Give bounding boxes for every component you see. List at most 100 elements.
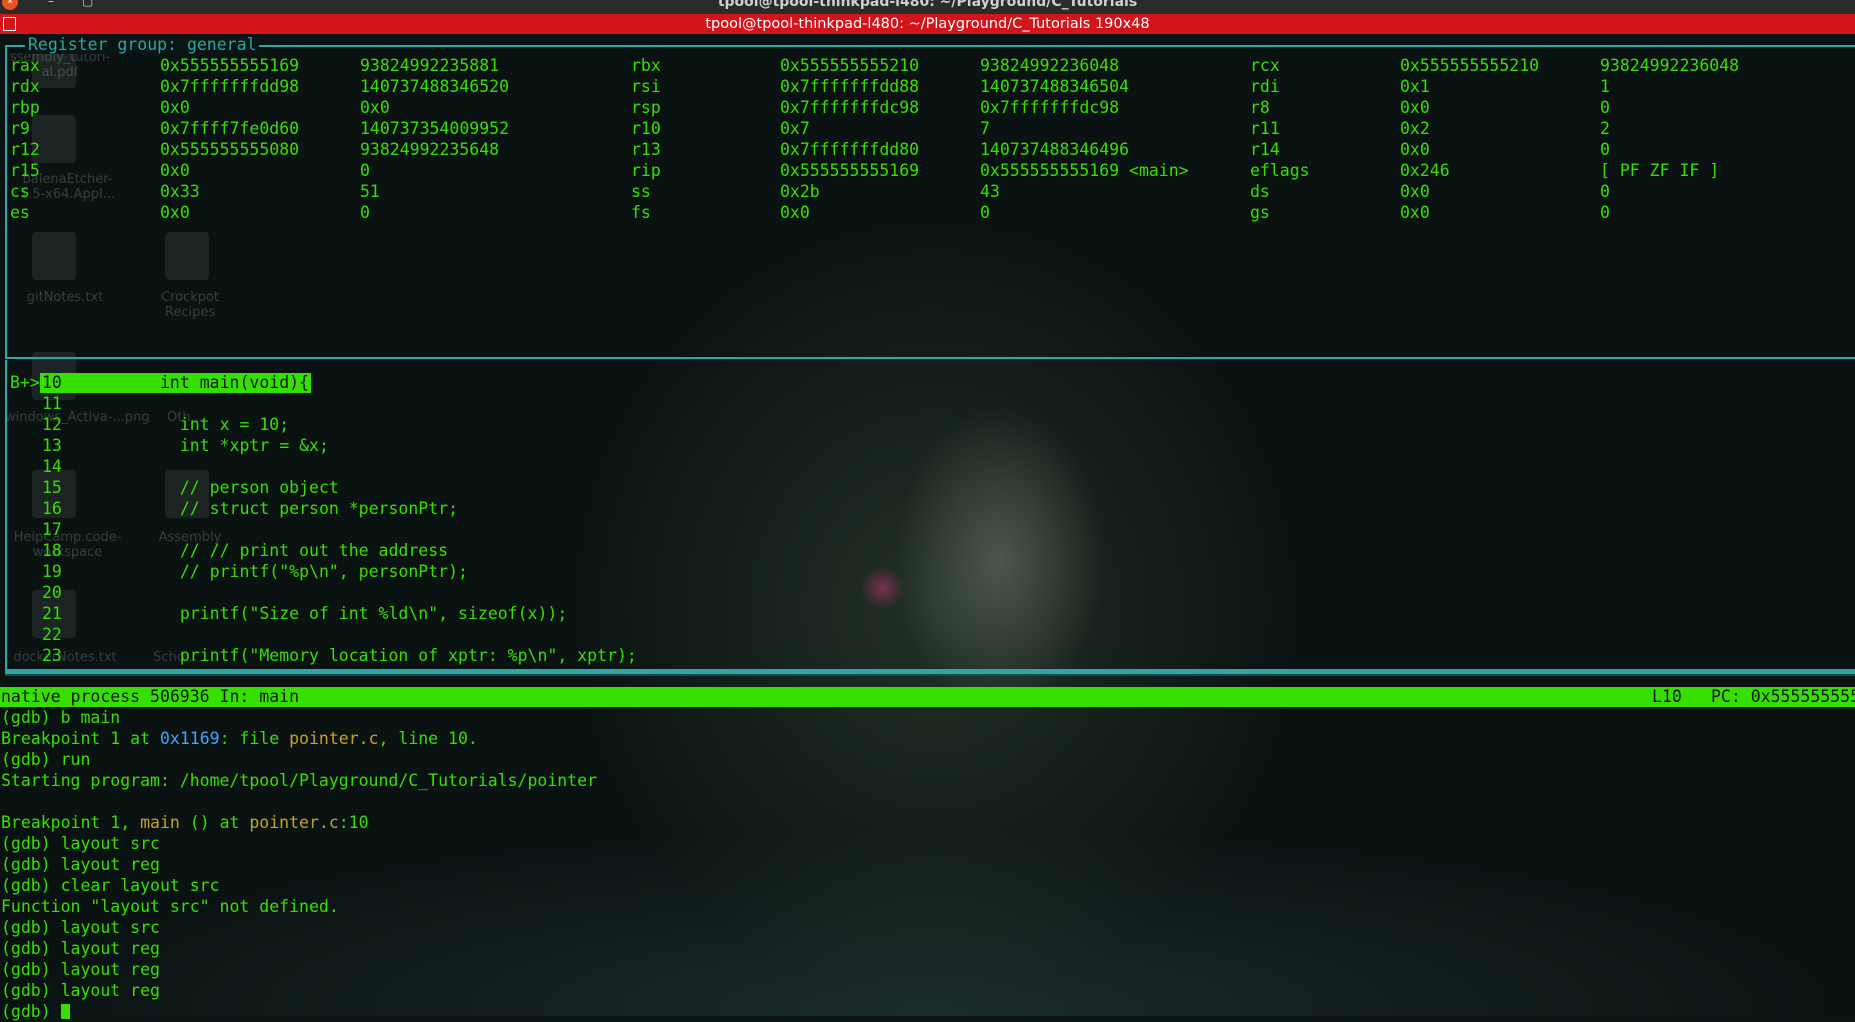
line-number: 19 (42, 562, 62, 581)
register-name: rax (10, 56, 40, 75)
register-row: rdx 0x7fffffffdd98 140737488346520 rsi 0x7ff… (0, 77, 1855, 98)
source-line: 16 // struct person *personPtr; (0, 499, 1855, 520)
register-hex-value: 0x555555555169 (780, 161, 920, 180)
console-line: (gdb) layout reg (1, 855, 160, 874)
line-number: 11 (42, 394, 62, 413)
register-hex-value: 0x0 (160, 98, 190, 117)
pane-divider (5, 674, 1855, 676)
register-natural-value: 0 (360, 203, 370, 222)
register-natural-value: 0x555555555169 <main> (980, 161, 1189, 180)
terminal-titlebar: tpool@tpool-thinkpad-l480: ~/Playground/… (0, 14, 1855, 34)
register-hex-value: 0x555555555080 (160, 140, 300, 159)
source-code: // person object (160, 478, 339, 497)
register-name: rdx (10, 77, 40, 96)
line-number: 13 (42, 436, 62, 455)
register-hex-value: 0x7fffffffdd88 (780, 77, 920, 96)
register-hex-value: 0x0 (1400, 182, 1430, 201)
register-name: rbp (10, 98, 40, 117)
register-name: rbx (631, 56, 661, 75)
window-title-top: tpool@tpool-thinkpad-l480: ~/Playground/… (717, 0, 1138, 10)
register-name: r15 (10, 161, 40, 180)
gdb-status-bar: native process 506936 In: main L10 PC: 0… (0, 687, 1855, 707)
breakpoint-marker[interactable]: B+> (10, 373, 40, 392)
source-line: 17 (0, 520, 1855, 541)
register-natural-value: 93824992235648 (360, 140, 500, 159)
register-hex-value: 0x2 (1400, 119, 1430, 138)
register-natural-value: 0x0 (360, 98, 390, 117)
register-name: rdi (1250, 77, 1280, 96)
register-name: es (10, 203, 30, 222)
register-natural-value: 2 (1600, 119, 1610, 138)
register-natural-value: 0 (1600, 140, 1610, 159)
register-hex-value: 0x7 (780, 119, 810, 138)
register-name: ds (1250, 182, 1270, 201)
register-hex-value: 0x1 (1400, 77, 1430, 96)
register-name: r8 (1250, 98, 1270, 117)
source-code: int main(void){ (160, 373, 310, 392)
process-status: native process 506936 In: main (1, 687, 300, 706)
register-name: r9 (10, 119, 30, 138)
console-line: Starting program: /home/tpool/Playground… (1, 771, 598, 790)
window-topbar: × – ▢ tpool@tpool-thinkpad-l480: ~/Playg… (0, 0, 1855, 14)
register-natural-value: 0 (980, 203, 990, 222)
line-number: 20 (42, 583, 62, 602)
register-hex-value: 0x246 (1400, 161, 1450, 180)
register-name: r10 (631, 119, 661, 138)
register-row: r9 0x7ffff7fe0d60 140737354009952 r10 0x7 7 r1… (0, 119, 1855, 140)
register-natural-value: 140737488346504 (980, 77, 1130, 96)
register-name: eflags (1250, 161, 1310, 180)
register-row: rbp 0x0 0x0 rsp 0x7fffffffdc98 0x7fffffffdc98… (0, 98, 1855, 119)
address-link: 0x1169 (159, 729, 220, 748)
source-code: // // print out the address (160, 541, 449, 560)
console-line: Breakpoint 1, main () at pointer.c:10 (1, 813, 369, 832)
register-name: r13 (631, 140, 661, 159)
register-hex-value: 0x555555555210 (1400, 56, 1540, 75)
source-code: int *xptr = &x; (160, 436, 329, 455)
register-hex-value: 0x555555555169 (160, 56, 300, 75)
register-row: es 0x0 0 fs 0x0 0 gs 0x0 0 (0, 203, 1855, 224)
source-code: // printf("%p\n", personPtr); (160, 562, 468, 581)
source-line: 15 // person object (0, 478, 1855, 499)
console-line: Breakpoint 1 at 0x1169: file pointer.c, … (1, 729, 478, 748)
register-hex-value: 0x7fffffffdd80 (780, 140, 920, 159)
line-number: 10 (42, 373, 62, 392)
register-hex-value: 0x0 (1400, 98, 1430, 117)
source-code: printf("Size of int %ld\n", sizeof(x)); (160, 604, 568, 623)
console-prompt[interactable]: (gdb) (1, 1001, 70, 1022)
register-row: r15 0x0 0 rip 0x555555555169 0x555555555169 <… (0, 161, 1855, 182)
source-line: 20 (0, 583, 1855, 604)
register-row: rax 0x555555555169 93824992235881 rbx 0x5555… (0, 56, 1855, 77)
register-natural-value: 1 (1600, 77, 1610, 96)
source-line: 11 (0, 394, 1855, 415)
register-hex-value: 0x0 (1400, 203, 1430, 222)
register-name: r11 (1250, 119, 1280, 138)
register-natural-value: 93824992235881 (360, 56, 500, 75)
source-line: 22 (0, 625, 1855, 646)
line-number: 22 (42, 625, 62, 644)
register-name: ss (631, 182, 651, 201)
register-natural-value: 0x7fffffffdc98 (980, 98, 1120, 117)
register-name: fs (631, 203, 651, 222)
console-line: (gdb) b main (1, 708, 121, 727)
register-name: gs (1250, 203, 1270, 222)
file-name: pointer.c (249, 813, 339, 832)
register-natural-value: 140737488346496 (980, 140, 1130, 159)
register-name: rcx (1250, 56, 1280, 75)
console-line: Function "layout src" not defined. (1, 897, 339, 916)
register-name: cs (10, 182, 30, 201)
register-hex-value: 0x7ffff7fe0d60 (160, 119, 300, 138)
source-line: 21 printf("Size of int %ld\n", sizeof(x)… (0, 604, 1855, 625)
register-hex-value: 0x0 (780, 203, 810, 222)
register-natural-value: 0 (360, 161, 370, 180)
register-natural-value: 0 (1600, 98, 1610, 117)
register-name: rsp (631, 98, 661, 117)
source-code: // struct person *personPtr; (160, 499, 459, 518)
source-line: 12 int x = 10; (0, 415, 1855, 436)
text-cursor (60, 1004, 70, 1019)
line-number: 21 (42, 604, 62, 623)
register-natural-value: 140737488346520 (360, 77, 510, 96)
line-number: 12 (42, 415, 62, 434)
line-number: 16 (42, 499, 62, 518)
source-code: printf("Memory location of xptr: %p\n", … (160, 646, 637, 665)
source-line: 19 // printf("%p\n", personPtr); (0, 562, 1855, 583)
